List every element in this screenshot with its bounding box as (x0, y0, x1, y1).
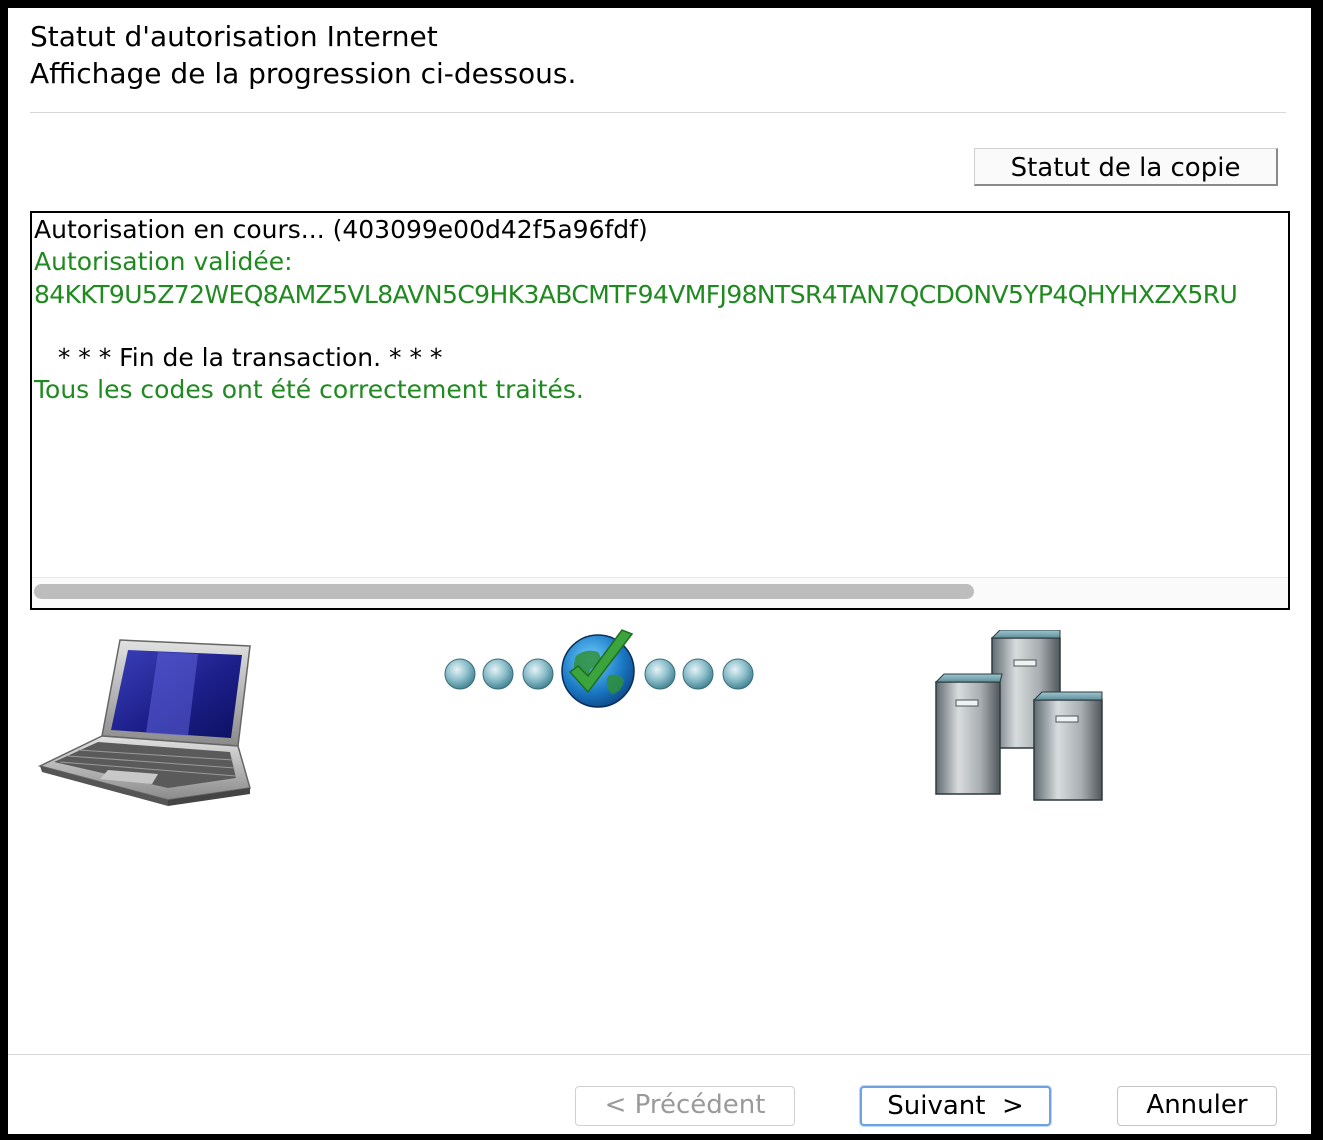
dialog-subtitle: Affichage de la progression ci-dessous. (30, 57, 577, 90)
footer-divider (8, 1054, 1311, 1055)
globe-checkmark-icon (444, 629, 754, 708)
scrollbar-thumb[interactable] (34, 584, 974, 599)
log-line-all-processed: Tous les codes ont été correctement trai… (34, 375, 584, 404)
log-line-end-transaction: * * * Fin de la transaction. * * * (34, 343, 443, 372)
previous-button[interactable]: < Précédent (575, 1086, 795, 1126)
log-line-code: 84KKT9U5Z72WEQ8AMZ5VL8AVN5C9HK3ABCMTF94V… (34, 280, 1238, 309)
authorization-dialog: Statut d'autorisation Internet Affichage… (8, 8, 1311, 1134)
horizontal-scrollbar[interactable] (32, 577, 1288, 608)
laptop-icon (38, 639, 251, 806)
cancel-button[interactable]: Annuler (1117, 1086, 1277, 1126)
header-divider (30, 112, 1286, 113)
next-button[interactable]: Suivant > (860, 1086, 1051, 1126)
copy-status-button[interactable]: Statut de la copie (974, 148, 1278, 186)
log-text-area[interactable]: Autorisation en cours... (403099e00d42f5… (32, 213, 1288, 577)
log-panel[interactable]: Autorisation en cours... (403099e00d42f5… (30, 211, 1290, 610)
log-line-validated: Autorisation validée: (34, 247, 293, 276)
log-line-authorizing: Autorisation en cours... (403099e00d42f5… (34, 215, 648, 244)
dialog-title: Statut d'autorisation Internet (30, 20, 438, 53)
servers-icon (934, 630, 1103, 801)
